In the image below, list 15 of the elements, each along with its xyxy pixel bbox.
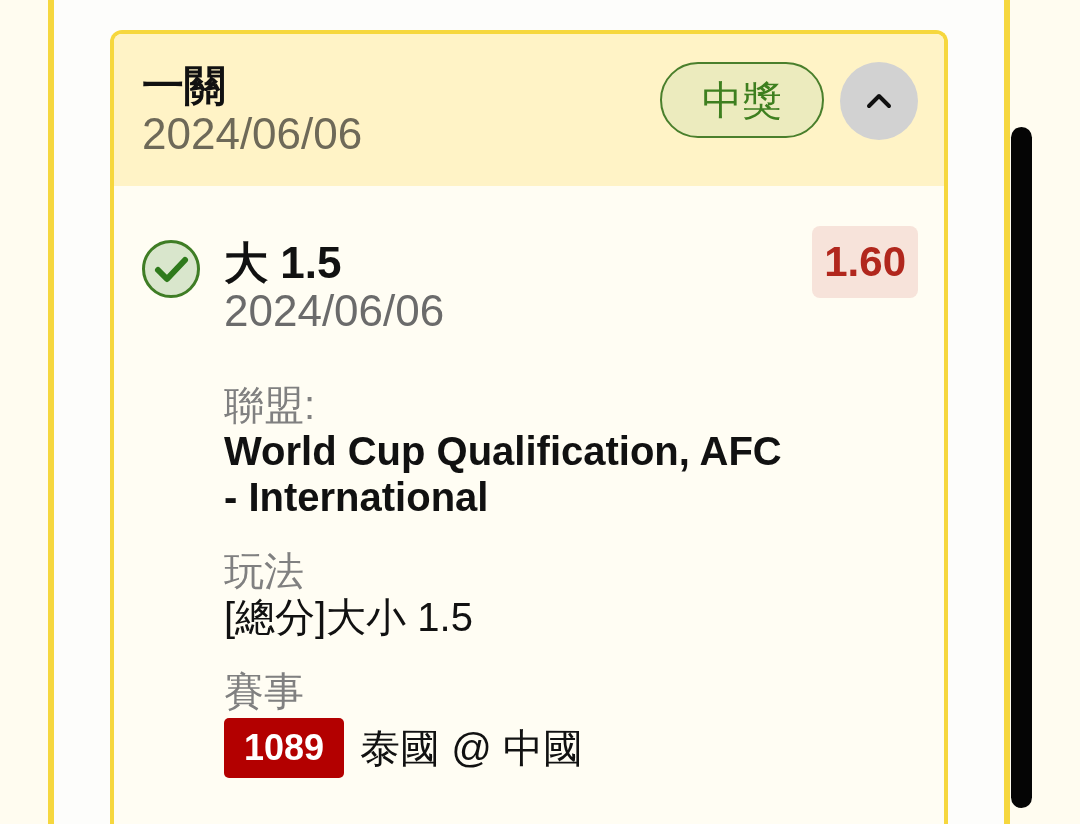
field-value: World Cup Qualification, AFC - International [224,428,783,520]
selection-date: 2024/06/06 [224,287,445,335]
field-label: 聯盟: [224,382,316,428]
chevron-up-icon [866,93,892,109]
field-label: 玩法 [224,548,304,594]
status-badge: 中獎 [660,62,824,138]
field-value: [總分]大小 1.5 [224,594,473,640]
bet-date: 2024/06/06 [142,110,363,158]
match-number-badge: 1089 [224,718,345,778]
bet-title: 一關 [142,62,227,110]
selection-title: 大 1.5 [224,239,343,287]
odds-badge: 1.60 [812,226,918,298]
field-label: 賽事 [224,668,304,714]
match-teams: 泰國 @ 中國 [360,725,583,771]
scrollbar-thumb[interactable] [1011,127,1032,808]
